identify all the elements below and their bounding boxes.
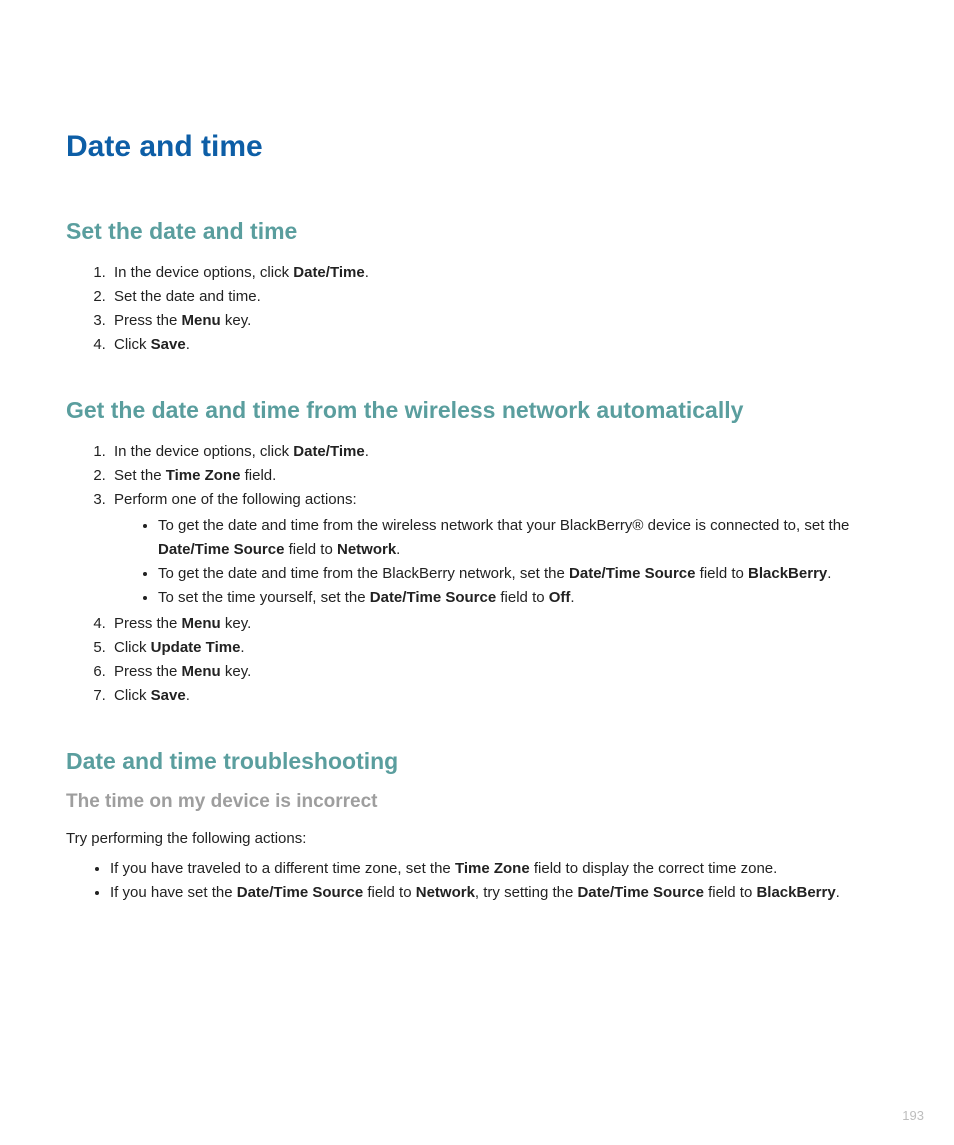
text: field to	[363, 884, 416, 901]
text: Set the	[114, 467, 166, 484]
text: .	[836, 884, 840, 901]
text: Click	[114, 336, 151, 353]
list-item: Press the Menu key.	[110, 309, 888, 333]
text: Press the	[114, 663, 182, 680]
list-item: To get the date and time from the BlackB…	[158, 562, 888, 586]
steps-set-date-time: In the device options, click Date/Time. …	[66, 261, 888, 357]
text: Press the	[114, 615, 182, 632]
text: key.	[221, 312, 252, 329]
text: .	[827, 565, 831, 582]
troubleshoot-bullets: If you have traveled to a different time…	[66, 857, 888, 905]
bold-text: BlackBerry	[748, 565, 827, 582]
text: If you have set the	[110, 884, 237, 901]
text: To get the date and time from the BlackB…	[158, 565, 569, 582]
list-item: Press the Menu key.	[110, 612, 888, 636]
list-item: If you have set the Date/Time Source fie…	[110, 881, 888, 905]
steps-auto-date-time: In the device options, click Date/Time. …	[66, 440, 888, 708]
text: field to	[696, 565, 749, 582]
text: To get the date and time from the wirele…	[158, 517, 849, 534]
bold-text: Update Time	[151, 639, 241, 656]
bold-text: Network	[416, 884, 475, 901]
text: .	[570, 589, 574, 606]
text: .	[240, 639, 244, 656]
bold-text: Off	[549, 589, 571, 606]
text: Click	[114, 687, 151, 704]
text: .	[396, 541, 400, 558]
manual-page: Date and time Set the date and time In t…	[0, 0, 954, 947]
text: To set the time yourself, set the	[158, 589, 370, 606]
list-item: If you have traveled to a different time…	[110, 857, 888, 881]
subsection-heading-time-incorrect: The time on my device is incorrect	[66, 791, 888, 813]
bold-text: Save	[151, 336, 186, 353]
list-item: Set the Time Zone field.	[110, 464, 888, 488]
bold-text: Date/Time	[293, 264, 364, 281]
paragraph-intro: Try performing the following actions:	[66, 827, 888, 851]
text: field to display the correct time zone.	[530, 860, 778, 877]
list-item: In the device options, click Date/Time.	[110, 261, 888, 285]
bold-text: Date/Time Source	[569, 565, 695, 582]
text: field to	[284, 541, 337, 558]
bold-text: Date/Time Source	[370, 589, 496, 606]
text: .	[365, 443, 369, 460]
text: , try setting the	[475, 884, 578, 901]
text: field to	[704, 884, 757, 901]
bold-text: Time Zone	[166, 467, 241, 484]
text: .	[186, 687, 190, 704]
page-title: Date and time	[66, 130, 888, 164]
text: Perform one of the following actions:	[114, 491, 357, 508]
section-heading-auto-date-time: Get the date and time from the wireless …	[66, 397, 888, 424]
text: In the device options, click	[114, 264, 293, 281]
bold-text: BlackBerry	[756, 884, 835, 901]
section-heading-set-date-time: Set the date and time	[66, 218, 888, 245]
bold-text: Network	[337, 541, 396, 558]
text: If you have traveled to a different time…	[110, 860, 455, 877]
bold-text: Date/Time Source	[577, 884, 703, 901]
list-item: Click Save.	[110, 333, 888, 357]
text: .	[186, 336, 190, 353]
section-heading-troubleshooting: Date and time troubleshooting	[66, 748, 888, 775]
page-number: 193	[902, 1108, 924, 1123]
sub-bullets: To get the date and time from the wirele…	[114, 514, 888, 610]
text: In the device options, click	[114, 443, 293, 460]
text: Click	[114, 639, 151, 656]
text: key.	[221, 663, 252, 680]
list-item: Perform one of the following actions: To…	[110, 488, 888, 610]
text: Press the	[114, 312, 182, 329]
bold-text: Date/Time Source	[237, 884, 363, 901]
text: .	[365, 264, 369, 281]
text: key.	[221, 615, 252, 632]
list-item: Set the date and time.	[110, 285, 888, 309]
bold-text: Time Zone	[455, 860, 530, 877]
bold-text: Menu	[182, 663, 221, 680]
bold-text: Date/Time Source	[158, 541, 284, 558]
text: field to	[496, 589, 549, 606]
bold-text: Date/Time	[293, 443, 364, 460]
list-item: Click Update Time.	[110, 636, 888, 660]
list-item: To set the time yourself, set the Date/T…	[158, 586, 888, 610]
list-item: Press the Menu key.	[110, 660, 888, 684]
bold-text: Menu	[182, 615, 221, 632]
list-item: To get the date and time from the wirele…	[158, 514, 888, 562]
text: field.	[240, 467, 276, 484]
bold-text: Menu	[182, 312, 221, 329]
bold-text: Save	[151, 687, 186, 704]
list-item: In the device options, click Date/Time.	[110, 440, 888, 464]
list-item: Click Save.	[110, 684, 888, 708]
